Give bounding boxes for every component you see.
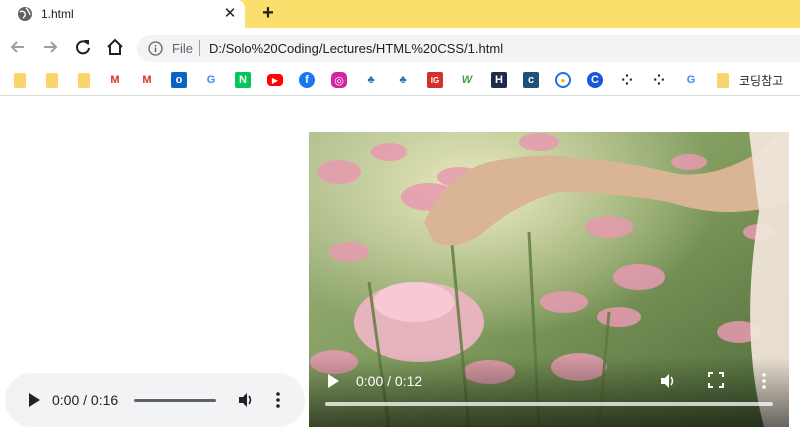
c-circle-icon[interactable]: C — [587, 72, 603, 88]
c-square-icon[interactable]: c — [523, 72, 539, 88]
instagram-icon[interactable]: ◎ — [331, 72, 347, 88]
video-controls: 0:00 / 0:12 — [309, 357, 789, 427]
more-options-icon[interactable] — [761, 372, 767, 390]
google-icon[interactable]: G — [683, 72, 699, 88]
folder-icon[interactable] — [715, 72, 731, 88]
audio-seek-bar[interactable] — [134, 399, 216, 402]
page-content: 0:00 / 0:16 0:00 / 0:12 — [0, 97, 800, 437]
play-icon[interactable] — [27, 392, 41, 408]
volume-icon[interactable] — [237, 391, 255, 409]
home-icon[interactable] — [105, 37, 125, 57]
new-tab-button[interactable]: + — [258, 3, 278, 23]
h-icon[interactable]: H — [491, 72, 507, 88]
reload-icon[interactable] — [73, 37, 93, 57]
gmail-icon[interactable]: M — [139, 72, 155, 88]
video-seek-bar[interactable] — [325, 402, 773, 406]
forward-arrow-icon[interactable] — [40, 37, 60, 57]
video-player[interactable]: 0:00 / 0:12 — [309, 132, 789, 427]
audio-time: 0:00 / 0:16 — [52, 392, 119, 408]
address-bar[interactable]: File D:/Solo%20Coding/Lectures/HTML%20CS… — [137, 35, 800, 62]
tab-active[interactable]: 1.html ✕ — [0, 0, 245, 28]
people-icon[interactable]: ♣ — [395, 72, 411, 88]
ig-icon[interactable]: IG — [427, 72, 443, 88]
close-icon[interactable]: ✕ — [222, 5, 238, 22]
dots-icon[interactable]: ⁘ — [619, 72, 635, 88]
info-icon[interactable] — [148, 41, 163, 56]
audio-player[interactable]: 0:00 / 0:16 — [5, 373, 305, 427]
outlook-icon[interactable]: o — [171, 72, 187, 88]
w-icon[interactable]: W — [459, 72, 475, 88]
youtube-icon[interactable]: ▶ — [267, 74, 283, 86]
people-icon[interactable]: ♣ — [363, 72, 379, 88]
play-icon[interactable] — [326, 373, 340, 389]
bookmark-folder-label[interactable]: 코딩참고 — [739, 72, 783, 89]
volume-icon[interactable] — [659, 372, 677, 390]
url-text[interactable]: D:/Solo%20Coding/Lectures/HTML%20CSS/1.h… — [209, 41, 503, 56]
folder-icon[interactable] — [76, 72, 92, 88]
circle-icon[interactable]: ● — [555, 72, 571, 88]
bookmarks-bar: M M o G N ▶ f ◎ ♣ ♣ IG W H c ● C ⁘ ⁘ G 코… — [0, 66, 800, 96]
gmail-icon[interactable]: M — [107, 72, 123, 88]
back-arrow-icon[interactable] — [8, 37, 28, 57]
url-divider — [199, 40, 200, 56]
facebook-icon[interactable]: f — [299, 72, 315, 88]
more-options-icon[interactable] — [275, 391, 281, 409]
google-icon[interactable]: G — [203, 72, 219, 88]
globe-icon — [18, 7, 32, 21]
video-time: 0:00 / 0:12 — [356, 373, 423, 389]
url-scheme: File — [172, 41, 193, 56]
folder-icon[interactable] — [44, 72, 60, 88]
naver-icon[interactable]: N — [235, 72, 251, 88]
tab-strip: 1.html ✕ + — [0, 0, 800, 28]
dots-icon[interactable]: ⁘ — [651, 72, 667, 88]
tab-title: 1.html — [41, 7, 74, 21]
folder-icon[interactable] — [12, 72, 28, 88]
fullscreen-icon[interactable] — [708, 372, 724, 388]
